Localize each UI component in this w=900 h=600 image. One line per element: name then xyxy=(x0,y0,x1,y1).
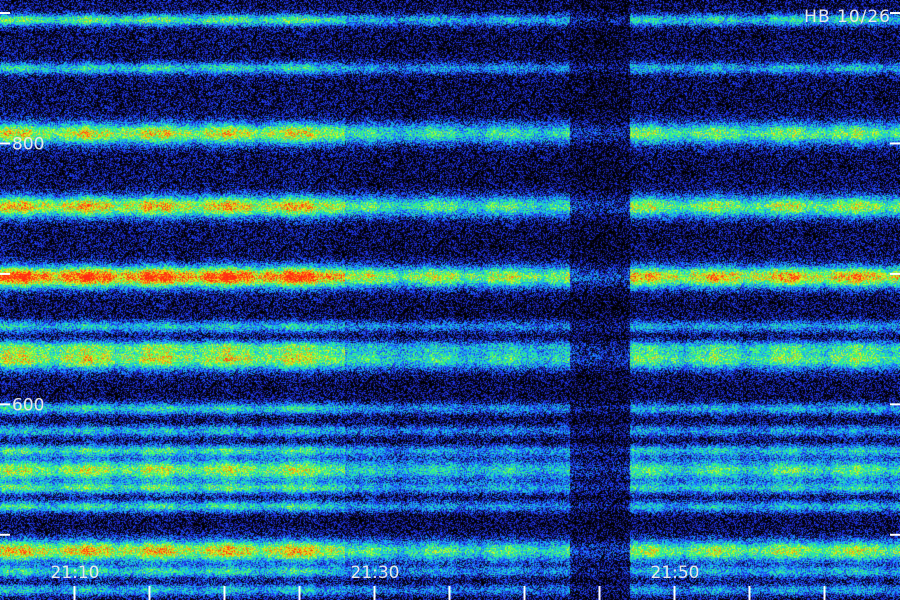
y-tick-label: 600 xyxy=(12,395,44,415)
x-tick-label: 21:10 xyxy=(51,563,100,583)
x-axis-ticks: 21:10 21:30 21:50 xyxy=(51,563,826,600)
x-tick-label: 21:50 xyxy=(651,563,700,583)
chart-overlay: 800 600 21:10 21:30 21:50 HB 10/26 xyxy=(0,7,900,600)
y-tick-label: 800 xyxy=(12,134,44,154)
chart-annotation: HB 10/26 xyxy=(804,7,891,27)
y-axis-ticks: 800 600 xyxy=(0,12,900,536)
x-tick-label: 21:30 xyxy=(351,563,400,583)
